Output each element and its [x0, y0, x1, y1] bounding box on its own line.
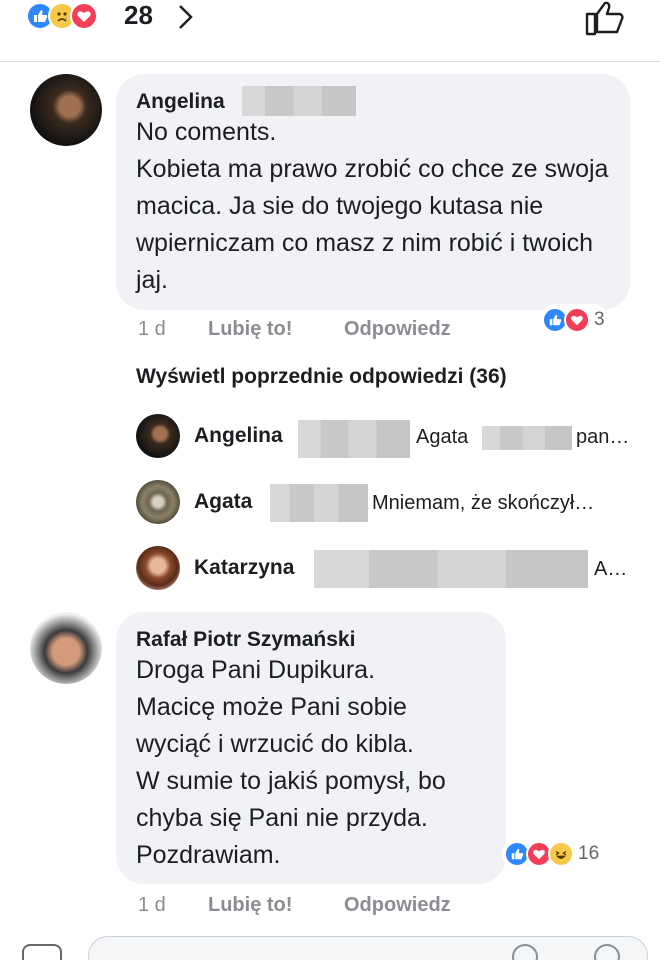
like-button-icon[interactable] — [584, 0, 626, 36]
comment-time: 1 d — [138, 894, 166, 916]
reactions-summary-bar[interactable]: 28 — [0, 0, 660, 62]
reaction-count: 16 — [578, 843, 600, 864]
reply-row[interactable]: Agata Mniemam, że skończył… — [136, 480, 636, 524]
view-previous-replies-link[interactable]: Wyświetl poprzednie odpowiedzi (36) — [136, 365, 507, 389]
reply-link[interactable]: Odpowiedz — [344, 318, 451, 341]
reply-author[interactable]: Agata — [194, 490, 252, 514]
reply-snippet: Mniemam, że skończył… — [372, 492, 595, 514]
reaction-count: 3 — [594, 309, 605, 330]
reply-snippet: Agata — [416, 426, 469, 448]
camera-icon[interactable] — [22, 944, 62, 960]
redacted-surname — [314, 550, 588, 588]
chevron-right-icon[interactable] — [176, 3, 196, 31]
love-reaction-icon — [70, 2, 98, 30]
avatar[interactable] — [30, 612, 102, 684]
reply-snippet: A… — [594, 558, 628, 580]
reply-author[interactable]: Angelina — [194, 424, 283, 448]
reply-link[interactable]: Odpowiedz — [344, 894, 451, 917]
comment-time: 1 d — [138, 318, 166, 340]
avatar[interactable] — [136, 480, 180, 524]
reply-row[interactable]: Angelina Agata pan… — [136, 414, 636, 458]
reply-snippet-end: pan… — [576, 426, 630, 448]
comment-text: No coments. Kobieta ma prawo zrobić co c… — [136, 118, 609, 294]
love-reaction-icon — [564, 307, 590, 333]
redacted-surname — [298, 420, 410, 458]
redacted-name — [482, 426, 572, 450]
avatar[interactable] — [136, 546, 180, 590]
redacted-surname — [242, 86, 356, 116]
comment-text: Droga Pani Dupikura. Macicę może Pani so… — [136, 656, 446, 869]
comment-author[interactable]: Angelina — [136, 90, 225, 114]
comment-reactions[interactable]: 16 — [502, 838, 604, 870]
avatar[interactable] — [136, 414, 180, 458]
like-link[interactable]: Lubię to! — [208, 318, 292, 341]
comment-input[interactable] — [88, 936, 648, 960]
like-link[interactable]: Lubię to! — [208, 894, 292, 917]
haha-reaction-icon — [548, 841, 574, 867]
comment-bubble: Rafał Piotr Szymański Droga Pani Dupikur… — [116, 612, 506, 884]
comment-reactions[interactable]: 3 — [540, 304, 609, 336]
reaction-icons — [26, 2, 98, 30]
comment-author[interactable]: Rafał Piotr Szymański — [136, 628, 355, 652]
avatar[interactable] — [30, 74, 102, 146]
redacted-surname — [270, 484, 368, 522]
comment-bubble: Angelina No coments. Kobieta ma prawo zr… — [116, 74, 630, 310]
reply-row[interactable]: Katarzyna A… — [136, 546, 636, 590]
reaction-count: 28 — [124, 0, 153, 30]
reply-author[interactable]: Katarzyna — [194, 556, 294, 580]
